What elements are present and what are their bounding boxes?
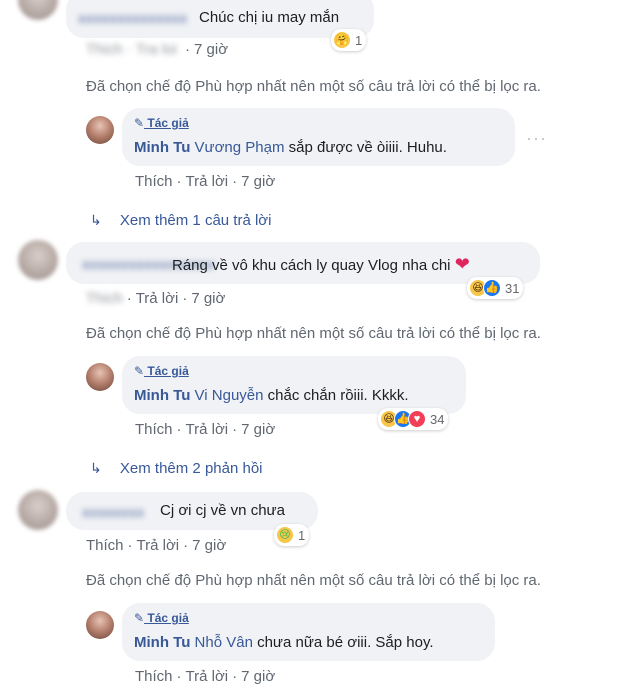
filter-notice: Đã chọn chế độ Phù hợp nhất nên một số c… bbox=[86, 325, 541, 342]
reaction-count: 31 bbox=[505, 280, 520, 296]
tagged-user[interactable]: Nhỗ Vân bbox=[195, 634, 253, 651]
comment-meta: Thich · Trả lời · 7 giờ bbox=[86, 290, 226, 307]
reaction-summary[interactable]: 😆 👍 ♥ 34 bbox=[378, 408, 449, 430]
comment-text: Cj ơi cj về vn chưa bbox=[160, 502, 285, 519]
reaction-count: 34 bbox=[430, 411, 445, 427]
pencil-icon: ✎ bbox=[134, 611, 145, 625]
comment-text: Ráng về vô khu cách ly quay Vlog nha chi… bbox=[172, 254, 470, 274]
reply-meta: Thích · Trả lời · 7 giờ bbox=[135, 668, 276, 685]
reply-text: Minh Tu Vương Phạm sắp được về òiiii. Hu… bbox=[134, 139, 447, 156]
comment-text: Chúc chị iu may mắn bbox=[199, 9, 340, 26]
author-name[interactable]: Minh Tu bbox=[134, 139, 190, 156]
comment-meta: Thích · Trả lời · 7 giờ bbox=[86, 537, 227, 554]
reaction-count: 1 bbox=[298, 527, 306, 543]
filter-notice: Đã chọn chế độ Phù hợp nhất nên một số c… bbox=[86, 78, 541, 95]
comment-bubble: xxxxxxxxxxxxxxxxx Ráng về vô khu cách ly… bbox=[66, 242, 540, 284]
sad-emoji-icon: 😢 bbox=[276, 526, 294, 544]
commenter-avatar[interactable] bbox=[18, 0, 58, 20]
tagged-user[interactable]: Vi Nguyễn bbox=[195, 387, 264, 404]
author-name[interactable]: Minh Tu bbox=[134, 634, 190, 651]
reaction-summary[interactable]: 😢 1 bbox=[274, 524, 310, 546]
like-link[interactable]: Thich · Tra loi bbox=[86, 41, 177, 58]
reply-link[interactable]: Trả lời bbox=[186, 668, 229, 685]
pencil-icon: ✎ bbox=[134, 116, 145, 130]
reply-bubble: ✎ Tác giả Minh Tu Vi Nguyễn chắc chắn rồ… bbox=[122, 356, 466, 414]
commenter-name[interactable]: xxxxxxxxxxxxxx bbox=[78, 10, 187, 26]
timestamp[interactable]: 7 giờ bbox=[191, 290, 225, 307]
author-badge: ✎ Tác giả bbox=[134, 116, 189, 130]
view-more-replies[interactable]: ↳ Xem thêm 1 câu trả lời bbox=[90, 212, 271, 229]
comment-meta: Thich · Tra loi · 7 giờ bbox=[86, 41, 229, 58]
reply-link[interactable]: Trả lời bbox=[186, 173, 229, 190]
author-badge: ✎ Tác giả bbox=[134, 364, 189, 378]
pencil-icon: ✎ bbox=[134, 364, 145, 378]
timestamp[interactable]: 7 giờ bbox=[241, 668, 275, 685]
view-more-replies[interactable]: ↳ Xem thêm 2 phản hồi bbox=[90, 460, 263, 477]
love-emoji-icon: ♥ bbox=[408, 410, 426, 428]
timestamp[interactable]: 7 giờ bbox=[194, 41, 228, 58]
red-heart-icon: ❤ bbox=[454, 254, 470, 274]
reply-text: Minh Tu Nhỗ Vân chưa nữa bé ơiii. Sắp ho… bbox=[134, 634, 434, 651]
reaction-summary[interactable]: 🤗 1 bbox=[331, 29, 367, 51]
reply-text: Minh Tu Vi Nguyễn chắc chắn rồiii. Kkkk. bbox=[134, 387, 409, 404]
commenter-avatar[interactable] bbox=[18, 240, 58, 280]
like-link[interactable]: Thích bbox=[135, 173, 173, 190]
timestamp[interactable]: 7 giờ bbox=[192, 537, 226, 554]
like-link[interactable]: Thích bbox=[135, 421, 173, 438]
author-name[interactable]: Minh Tu bbox=[134, 387, 190, 404]
like-emoji-icon: 👍 bbox=[483, 279, 501, 297]
reply-meta: Thích · Trả lời · 7 giờ bbox=[135, 421, 276, 438]
reply-link[interactable]: Trả lời bbox=[186, 421, 229, 438]
like-link[interactable]: Thich bbox=[86, 290, 123, 307]
timestamp[interactable]: 7 giờ bbox=[241, 421, 275, 438]
reply-link[interactable]: Trả lời bbox=[136, 290, 179, 307]
author-avatar[interactable] bbox=[86, 363, 114, 391]
reaction-summary[interactable]: 😆 👍 31 bbox=[467, 277, 524, 299]
commenter-name[interactable]: xxxxxxxx bbox=[82, 504, 144, 520]
reply-bubble: ✎ Tác giả Minh Tu Vương Phạm sắp được về… bbox=[122, 108, 515, 166]
reply-arrow-icon: ↳ bbox=[90, 212, 102, 228]
care-emoji-icon: 🤗 bbox=[333, 31, 351, 49]
commenter-avatar[interactable] bbox=[18, 490, 58, 530]
filter-notice: Đã chọn chế độ Phù hợp nhất nên một số c… bbox=[86, 572, 541, 589]
timestamp[interactable]: 7 giờ bbox=[241, 173, 275, 190]
reply-bubble: ✎ Tác giả Minh Tu Nhỗ Vân chưa nữa bé ơi… bbox=[122, 603, 495, 661]
reply-link[interactable]: Trả lời bbox=[137, 537, 180, 554]
like-link[interactable]: Thích bbox=[86, 537, 124, 554]
reply-arrow-icon: ↳ bbox=[90, 460, 102, 476]
reaction-count: 1 bbox=[355, 32, 363, 48]
author-badge: ✎ Tác giả bbox=[134, 611, 189, 625]
comment-bubble: xxxxxxxxxxxxxx Chúc chị iu may mắn bbox=[66, 0, 374, 38]
more-options-icon[interactable]: ··· bbox=[526, 128, 547, 149]
author-avatar[interactable] bbox=[86, 116, 114, 144]
like-link[interactable]: Thích bbox=[135, 668, 173, 685]
tagged-user[interactable]: Vương Phạm bbox=[195, 139, 285, 156]
reply-meta: Thích · Trả lời · 7 giờ bbox=[135, 173, 276, 190]
author-avatar[interactable] bbox=[86, 611, 114, 639]
